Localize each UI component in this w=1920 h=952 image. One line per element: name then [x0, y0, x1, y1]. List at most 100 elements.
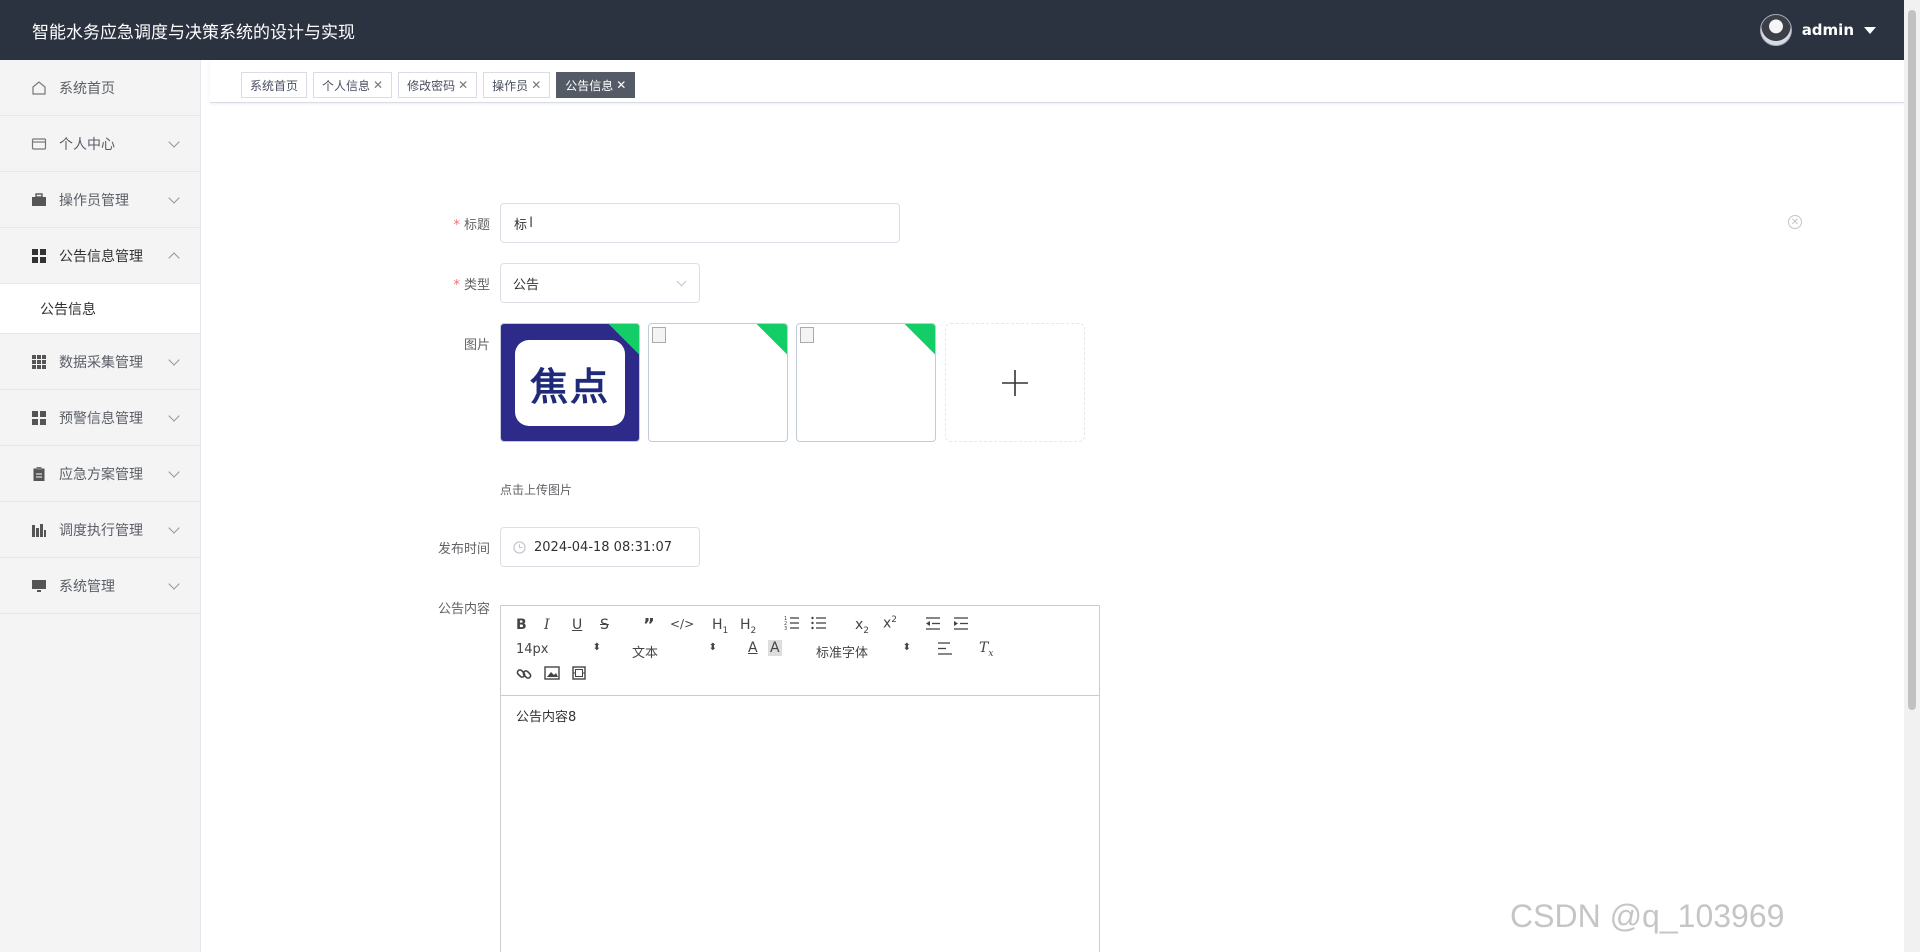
image-thumbnail[interactable] [796, 323, 936, 442]
scrollbar-thumb[interactable] [1908, 10, 1916, 710]
chevron-down-icon [168, 192, 180, 204]
header2-icon[interactable]: H2 [740, 617, 756, 636]
chevron-down-icon [168, 466, 180, 478]
home-icon [31, 80, 47, 96]
logo-image: 焦点 [515, 340, 625, 426]
sidebar-item-data-collection[interactable]: 数据采集管理 [0, 334, 200, 390]
image-thumbnail[interactable] [648, 323, 788, 442]
chart-icon [31, 522, 47, 538]
sidebar-item-warning[interactable]: 预警信息管理 [0, 390, 200, 446]
rich-text-editor[interactable]: B I U S ” </> H1 H2 123 x2 x2 14px ⬍ 文本 ⬍ … [500, 605, 1100, 952]
upload-button[interactable] [945, 323, 1085, 442]
align-icon[interactable] [937, 642, 953, 659]
tab-change-password[interactable]: 修改密码 ✕ [398, 72, 478, 98]
sidebar-item-label: 系统首页 [59, 80, 115, 97]
sidebar-item-operators[interactable]: 操作员管理 [0, 172, 200, 228]
sidebar-item-label: 操作员管理 [59, 192, 129, 209]
code-icon[interactable]: </> [670, 617, 694, 631]
tab-notice-info[interactable]: 公告信息 ✕ [556, 72, 636, 98]
sidebar-item-label: 应急方案管理 [59, 466, 143, 483]
apps-icon [31, 354, 47, 370]
tab-home[interactable]: 系统首页 [241, 72, 308, 98]
grid-icon [31, 410, 47, 426]
user-menu[interactable]: admin [1759, 14, 1876, 46]
sidebar-item-notice-management[interactable]: 公告信息管理 [0, 228, 200, 284]
ordered-list-icon[interactable]: 123 [784, 616, 800, 634]
tab-operator[interactable]: 操作员 ✕ [483, 72, 551, 98]
page-scrollbar[interactable] [1904, 0, 1920, 952]
text-cursor-icon: I [529, 215, 534, 231]
close-icon[interactable]: ✕ [373, 78, 383, 92]
chevron-down-icon [168, 410, 180, 422]
image-thumbnail[interactable]: 焦点 [500, 323, 640, 442]
time-picker[interactable]: 2024-04-18 08:31:07 [500, 527, 700, 567]
background-color-icon[interactable]: A [768, 640, 782, 656]
clock-icon [513, 540, 526, 554]
superscript-icon[interactable]: x2 [883, 615, 897, 632]
video-icon[interactable] [572, 666, 586, 684]
close-icon[interactable]: ✕ [531, 78, 541, 92]
type-select[interactable]: 公告 [500, 263, 700, 303]
monitor-icon [31, 578, 47, 594]
bullet-list-icon[interactable] [811, 616, 827, 634]
header1-icon[interactable]: H1 [712, 617, 728, 636]
outdent-icon[interactable] [925, 617, 941, 634]
underline-icon[interactable]: U [572, 617, 582, 633]
chevron-down-icon [676, 276, 687, 287]
tab-personal-info[interactable]: 个人信息 ✕ [313, 72, 393, 98]
image-label: 图片 [463, 338, 490, 353]
type-label: * 类型 [453, 278, 490, 293]
strike-icon[interactable]: S [600, 617, 609, 633]
uploaded-badge [903, 324, 935, 356]
font-family-select[interactable]: 标准字体 ⬍ [816, 642, 911, 661]
quote-icon[interactable]: ” [643, 615, 655, 636]
indent-icon[interactable] [953, 617, 969, 634]
bold-icon[interactable]: B [516, 617, 527, 633]
text-color-icon[interactable]: A [748, 640, 758, 656]
broken-image-icon [652, 327, 666, 343]
sidebar-item-dispatch[interactable]: 调度执行管理 [0, 502, 200, 558]
editor-toolbar: B I U S ” </> H1 H2 123 x2 x2 14px ⬍ 文本 ⬍ … [501, 606, 1099, 696]
sidebar-item-home[interactable]: 系统首页 [0, 60, 200, 116]
sidebar-item-label: 预警信息管理 [59, 410, 143, 427]
chevron-down-icon [168, 136, 180, 148]
close-icon[interactable]: ✕ [458, 78, 468, 92]
grid-icon [31, 248, 47, 264]
font-size-select[interactable]: 14px ⬍ [516, 642, 601, 657]
watermark: CSDN @q_103969 [1510, 898, 1785, 934]
header-select[interactable]: 文本 ⬍ [632, 642, 717, 661]
chevron-down-icon [168, 522, 180, 534]
close-icon[interactable]: ✕ [616, 78, 626, 92]
user-name[interactable]: admin [1802, 21, 1854, 39]
briefcase-icon [31, 192, 47, 208]
upload-tip: 点击上传图片 [500, 483, 573, 497]
title-label: * 标题 [453, 218, 490, 233]
card-icon [31, 136, 47, 152]
time-label: 发布时间 [437, 542, 490, 557]
sidebar-item-label: 调度执行管理 [59, 522, 143, 539]
sidebar-subitem-notice[interactable]: 公告信息 [0, 284, 200, 334]
sidebar-item-personal[interactable]: 个人中心 [0, 116, 200, 172]
broken-image-icon [800, 327, 814, 343]
chevron-up-icon [168, 252, 180, 264]
sidebar-item-system[interactable]: 系统管理 [0, 558, 200, 614]
italic-icon[interactable]: I [544, 617, 550, 633]
link-icon[interactable] [516, 666, 532, 686]
svg-text:3: 3 [784, 626, 787, 630]
sidebar-item-label: 公告信息管理 [59, 248, 143, 265]
uploaded-badge [755, 324, 787, 356]
subscript-icon[interactable]: x2 [855, 617, 869, 636]
content-label: 公告内容 [437, 602, 490, 617]
avatar[interactable] [1759, 14, 1792, 46]
sidebar-item-label: 个人中心 [59, 136, 115, 153]
title-input[interactable]: 标 I [500, 203, 900, 243]
plus-icon [1002, 369, 1028, 396]
editor-content[interactable]: 公告内容8 [501, 696, 1099, 735]
sidebar-item-emergency-plan[interactable]: 应急方案管理 [0, 446, 200, 502]
sidebar: 系统首页 个人中心 操作员管理 公告信息管理 公告信息 数据采集管理 预警信息管… [0, 60, 201, 952]
image-icon[interactable] [544, 666, 560, 684]
chevron-down-icon[interactable] [1864, 26, 1876, 34]
clear-icon[interactable]: ✕ [1788, 215, 1802, 229]
app-title: 智能水务应急调度与决策系统的设计与实现 [32, 22, 355, 43]
clear-format-icon[interactable]: Tx [979, 640, 993, 659]
